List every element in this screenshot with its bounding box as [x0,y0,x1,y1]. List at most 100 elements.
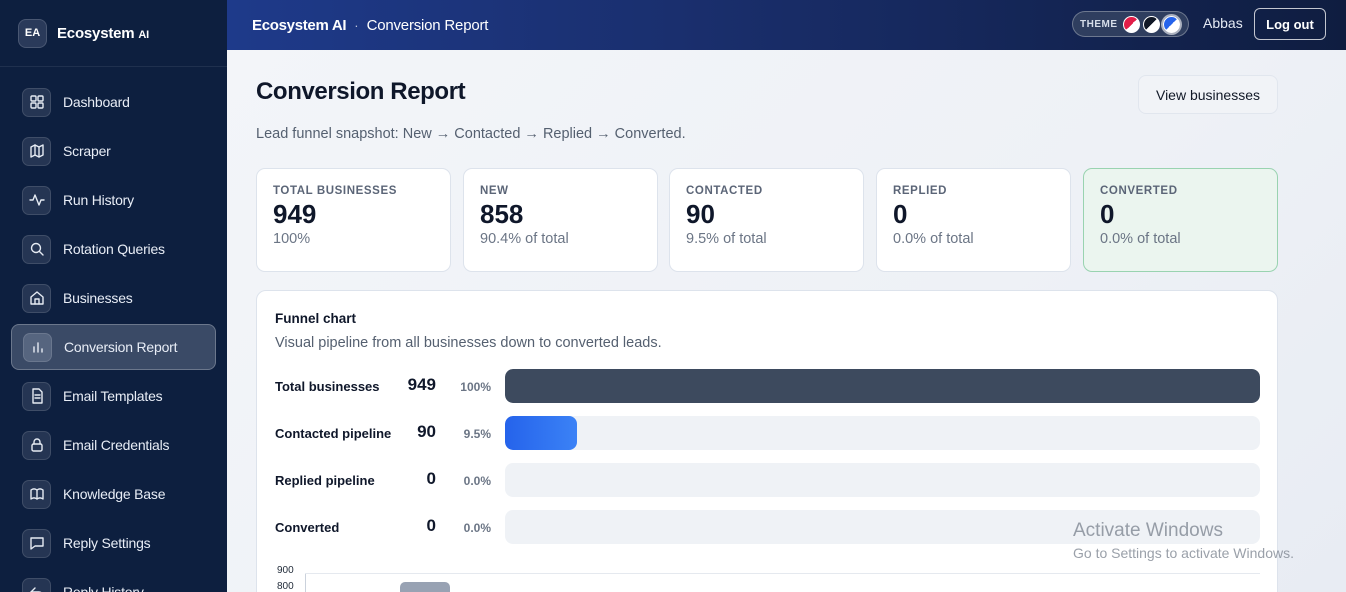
funnel-row: Total businesses 949 100% [275,369,1260,405]
brand-badge: EA [18,18,47,48]
main-content: Conversion Report View businesses Lead f… [227,50,1346,592]
reply-icon [22,577,51,592]
bar-chart-preview: 900 800 [275,563,1260,592]
theme-dark-option[interactable] [1142,15,1160,33]
activity-icon [22,185,51,215]
search-icon [22,234,51,264]
funnel-row-pct: 0.0% [463,521,491,535]
sidebar-item-label: Scraper [63,143,111,159]
sidebar-item-label: Knowledge Base [63,486,166,502]
bar-chart-icon [23,332,52,362]
y-axis-line [305,573,306,592]
funnel-bar-contacted [505,416,577,450]
chart-bar [400,582,450,592]
sidebar-item-label: Dashboard [63,94,130,110]
sidebar-item-label: Run History [63,192,134,208]
document-icon [22,381,51,411]
book-icon [22,479,51,509]
sidebar-item-label: Businesses [63,290,133,306]
stat-value: 858 [480,199,524,229]
stat-label: CONTACTED [686,185,763,197]
stat-card-total: TOTAL BUSINESSES 949 100% [256,168,451,272]
funnel-row: Contacted pipeline 90 9.5% [275,416,1260,452]
sidebar-item-rotation-queries[interactable]: Rotation Queries [11,226,216,272]
logout-button[interactable]: Log out [1254,8,1326,40]
y-tick-label: 900 [277,565,294,576]
home-icon [22,283,51,313]
stat-value: 0 [1100,199,1115,229]
funnel-bar-total [505,369,1260,403]
sidebar-item-email-templates[interactable]: Email Templates [11,373,216,419]
sidebar-item-label: Reply History [63,584,144,592]
stat-label: TOTAL BUSINESSES [273,185,397,197]
grid-line [305,573,1260,574]
brand-name-text: Ecosystem [57,24,135,42]
stat-cards: TOTAL BUSINESSES 949 100% NEW 858 90.4% … [256,168,1278,272]
stat-card-contacted: CONTACTED 90 9.5% of total [669,168,864,272]
sidebar-item-run-history[interactable]: Run History [11,177,216,223]
stat-card-new: NEW 858 90.4% of total [463,168,658,272]
grid-icon [22,87,51,117]
sidebar-item-reply-history[interactable]: Reply History [11,569,216,592]
funnel-track [505,416,1260,450]
sidebar-item-businesses[interactable]: Businesses [11,275,216,321]
funnel-row-label: Replied pipeline [275,473,375,488]
sidebar-item-reply-settings[interactable]: Reply Settings [11,520,216,566]
stat-value: 90 [686,199,715,229]
watermark-subtitle: Go to Settings to activate Windows. [1073,545,1294,561]
funnel-track [505,463,1260,497]
stat-sub: 9.5% of total [686,231,767,247]
funnel-row-label: Contacted pipeline [275,426,392,441]
brand-name: Ecosystem AI [57,25,149,42]
sidebar: EA Ecosystem AI Dashboard Scraper Run Hist… [0,0,227,592]
page-title: Conversion Report [256,78,466,105]
lock-icon [22,430,51,460]
stat-sub: 100% [273,231,311,247]
sidebar-item-label: Conversion Report [64,339,178,355]
sidebar-nav: Dashboard Scraper Run History Rotation Quer… [0,67,227,592]
sidebar-item-label: Email Credentials [63,437,170,453]
funnel-subtitle: Visual pipeline from all businesses down… [275,335,662,351]
stat-card-converted: CONVERTED 0 0.0% of total [1083,168,1278,272]
stat-label: CONVERTED [1100,185,1178,197]
sidebar-item-label: Reply Settings [63,535,151,551]
sidebar-item-label: Rotation Queries [63,241,165,257]
page-subtitle: Lead funnel snapshot: New → Contacted → … [256,126,686,142]
funnel-title: Funnel chart [275,311,357,326]
breadcrumb-page: Conversion Report [366,16,489,34]
theme-blue-option[interactable] [1162,15,1180,33]
sidebar-item-label: Email Templates [63,388,163,404]
topbar: Ecosystem AI · Conversion Report THEME A… [227,0,1346,50]
sidebar-item-dashboard[interactable]: Dashboard [11,79,216,125]
sidebar-item-conversion-report[interactable]: Conversion Report [11,324,216,370]
stat-label: NEW [480,185,509,197]
sidebar-item-scraper[interactable]: Scraper [11,128,216,174]
view-businesses-button[interactable]: View businesses [1138,75,1278,114]
message-icon [22,528,51,558]
stat-sub: 0.0% of total [893,231,974,247]
stat-sub: 0.0% of total [1100,231,1181,247]
breadcrumb-separator: · [354,17,359,33]
windows-watermark: Activate Windows Go to Settings to activ… [1073,520,1294,561]
stat-card-replied: REPLIED 0 0.0% of total [876,168,1071,272]
stat-label: REPLIED [893,185,948,197]
user-name: Abbas [1203,15,1243,31]
theme-red-option[interactable] [1122,15,1140,33]
funnel-row-pct: 9.5% [463,427,491,441]
sidebar-item-knowledge-base[interactable]: Knowledge Base [11,471,216,517]
funnel-row-label: Converted [275,520,340,535]
breadcrumb-app[interactable]: Ecosystem AI [252,17,347,34]
funnel-row-pct: 0.0% [463,474,491,488]
brand-name-suffix: AI [138,28,149,41]
funnel-row-label: Total businesses [275,379,380,394]
y-tick-label: 800 [277,581,294,592]
brand[interactable]: EA Ecosystem AI [0,0,227,67]
stat-value: 0 [893,199,908,229]
stat-value: 949 [273,199,317,229]
funnel-row: Replied pipeline 0 0.0% [275,463,1260,499]
funnel-row-count: 0 [426,516,436,535]
map-icon [22,136,51,166]
sidebar-item-email-credentials[interactable]: Email Credentials [11,422,216,468]
funnel-row-count: 949 [407,375,436,394]
stat-sub: 90.4% of total [480,231,569,247]
